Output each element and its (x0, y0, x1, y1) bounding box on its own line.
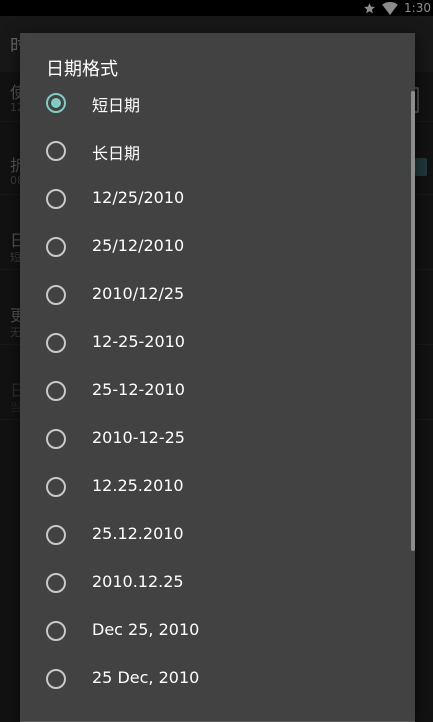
date-format-option[interactable]: 25/12/2010 (20, 223, 415, 271)
date-format-dialog: 日期格式 短日期 长日期 12/25/2010 25/12/2010 2010/… (20, 33, 415, 722)
date-format-option[interactable]: 25 Dec, 2010 (20, 655, 415, 703)
option-label: 12-25-2010 (92, 332, 185, 351)
radio-button-icon[interactable] (46, 141, 66, 161)
dialog-title: 日期格式 (46, 59, 118, 80)
radio-button-icon[interactable] (46, 189, 66, 209)
option-label: Dec 25, 2010 (92, 620, 200, 639)
date-format-option[interactable]: 2010.12.25 (20, 559, 415, 607)
date-format-option[interactable]: 25.12.2010 (20, 511, 415, 559)
option-label: 2010-12-25 (92, 428, 185, 447)
option-label: 25-12-2010 (92, 380, 185, 399)
scrollbar[interactable] (411, 91, 415, 551)
date-format-option[interactable]: 12/25/2010 (20, 175, 415, 223)
date-format-option[interactable]: 2010/12/25 (20, 271, 415, 319)
option-label: 2010.12.25 (92, 572, 184, 591)
date-format-option[interactable]: 25-12-2010 (20, 367, 415, 415)
radio-button-icon[interactable] (46, 381, 66, 401)
option-label: 12/25/2010 (92, 188, 185, 207)
date-format-option[interactable]: 12.25.2010 (20, 463, 415, 511)
option-label: 25/12/2010 (92, 236, 185, 255)
radio-button-icon[interactable] (46, 669, 66, 689)
date-format-option[interactable]: 短日期 (20, 79, 415, 127)
option-label: 2010/12/25 (92, 284, 185, 303)
date-format-option[interactable]: Dec 25, 2010 (20, 607, 415, 655)
option-label: 12.25.2010 (92, 476, 184, 495)
date-format-option[interactable]: 2010-12-25 (20, 415, 415, 463)
radio-button-icon[interactable] (46, 621, 66, 641)
option-label: 25.12.2010 (92, 524, 184, 543)
radio-button-icon[interactable] (46, 525, 66, 545)
radio-button-icon[interactable] (46, 285, 66, 305)
option-label: 长日期 (92, 144, 141, 163)
radio-button-icon[interactable] (46, 333, 66, 353)
date-format-option[interactable]: 12-25-2010 (20, 319, 415, 367)
radio-button-icon[interactable] (46, 573, 66, 593)
radio-button-icon[interactable] (46, 429, 66, 449)
date-format-option[interactable]: 长日期 (20, 127, 415, 175)
radio-button-icon[interactable] (46, 93, 66, 113)
radio-button-icon[interactable] (46, 237, 66, 257)
radio-button-icon[interactable] (46, 477, 66, 497)
option-label: 短日期 (92, 96, 141, 115)
option-label: 25 Dec, 2010 (92, 668, 200, 687)
date-format-options: 短日期 长日期 12/25/2010 25/12/2010 2010/12/25… (20, 79, 415, 703)
